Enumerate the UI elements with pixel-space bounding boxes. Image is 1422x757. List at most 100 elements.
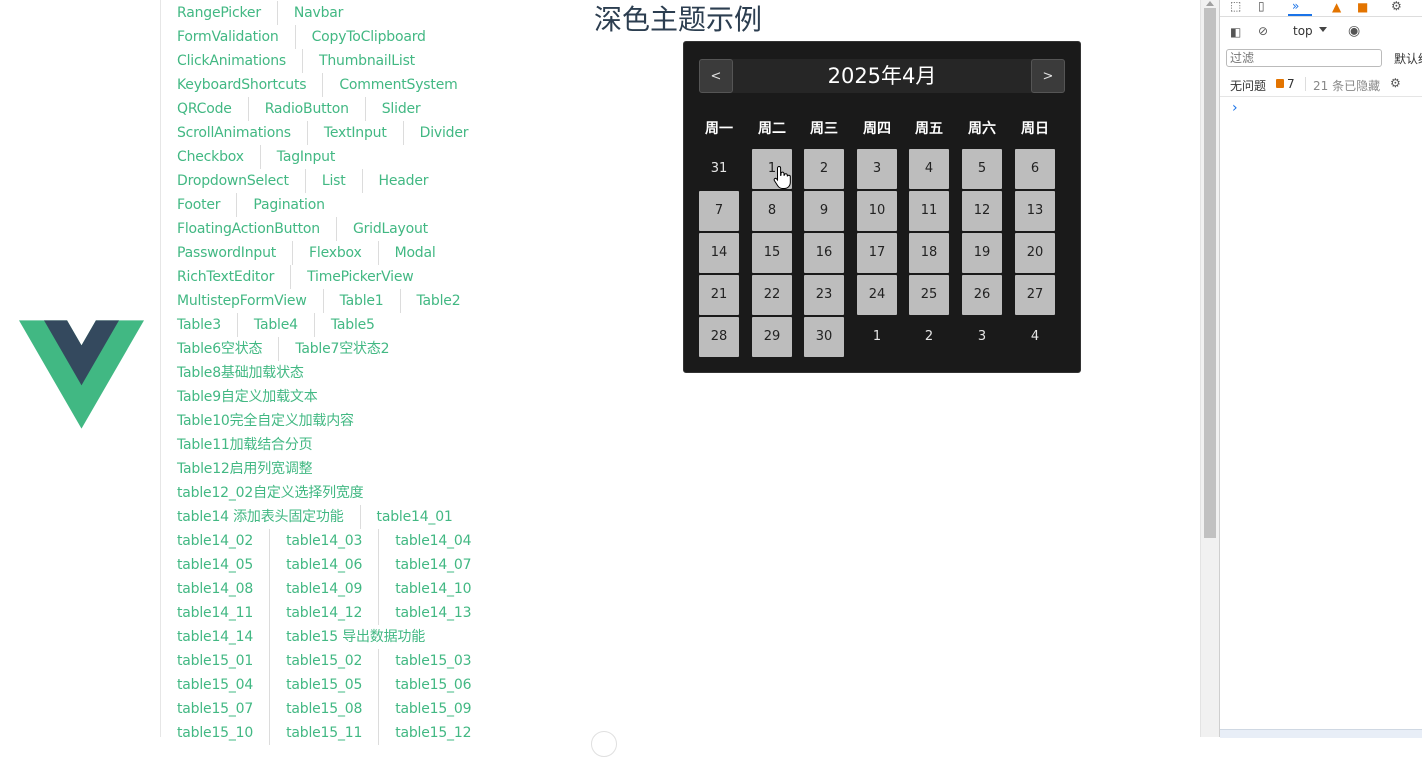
nav-link[interactable]: table15_11 <box>269 721 378 745</box>
calendar-day[interactable]: 21 <box>699 275 739 315</box>
nav-link[interactable]: RadioButton <box>247 97 365 121</box>
nav-link[interactable]: table14_08 <box>161 577 269 601</box>
prev-month-button[interactable]: < <box>699 59 733 93</box>
context-selector[interactable]: top <box>1293 24 1313 38</box>
calendar-day-other-month[interactable]: 3 <box>962 317 1002 357</box>
calendar-day[interactable]: 23 <box>804 275 844 315</box>
nav-link[interactable]: Table7空状态2 <box>278 337 405 361</box>
nav-link[interactable]: table15_07 <box>161 697 269 721</box>
scroll-up-icon[interactable] <box>1206 1 1214 6</box>
calendar-day[interactable]: 13 <box>1015 191 1055 231</box>
scroll-thumb[interactable] <box>1204 8 1216 538</box>
nav-link[interactable]: table14_03 <box>269 529 378 553</box>
nav-link[interactable]: TagInput <box>259 145 351 169</box>
nav-link[interactable]: table15_01 <box>161 649 269 673</box>
calendar-day[interactable]: 27 <box>1015 275 1055 315</box>
nav-link[interactable]: table15_05 <box>269 673 378 697</box>
nav-link[interactable]: Table9自定义加载文本 <box>161 385 334 409</box>
calendar-day-other-month[interactable]: 1 <box>857 317 897 357</box>
nav-link[interactable]: table14_01 <box>359 505 469 529</box>
device-toggle-icon[interactable]: ▯ <box>1258 0 1265 12</box>
nav-link[interactable]: RichTextEditor <box>161 265 290 289</box>
calendar-day-other-month[interactable]: 2 <box>909 317 949 357</box>
calendar-day[interactable]: 3 <box>857 149 897 189</box>
calendar-day[interactable]: 10 <box>857 191 897 231</box>
nav-link[interactable]: Divider <box>402 121 485 145</box>
calendar-day[interactable]: 7 <box>699 191 739 231</box>
nav-link[interactable]: ClickAnimations <box>161 49 302 73</box>
calendar-day[interactable]: 26 <box>962 275 1002 315</box>
nav-link[interactable]: PasswordInput <box>161 241 292 265</box>
nav-link[interactable]: table14_06 <box>269 553 378 577</box>
nav-link[interactable]: table14_07 <box>378 553 487 577</box>
nav-link[interactable]: Header <box>361 169 445 193</box>
console-prompt[interactable]: › <box>1232 100 1238 116</box>
console-filter-input[interactable] <box>1226 49 1382 67</box>
nav-link[interactable]: table14_10 <box>378 577 487 601</box>
nav-link[interactable]: Table2 <box>399 289 477 313</box>
clear-console-icon[interactable]: ⊘ <box>1258 25 1268 37</box>
sidebar-toggle-icon[interactable]: ◧ <box>1230 26 1241 38</box>
nav-link[interactable]: Navbar <box>276 1 359 25</box>
nav-link[interactable]: table14_14 <box>161 625 269 649</box>
nav-link[interactable]: table14_12 <box>269 601 378 625</box>
nav-link[interactable]: FloatingActionButton <box>161 217 336 241</box>
more-tabs-icon[interactable]: » <box>1292 0 1299 12</box>
nav-link[interactable]: List <box>304 169 362 193</box>
calendar-day[interactable]: 19 <box>962 233 1002 273</box>
issues-icon[interactable]: ■ <box>1357 1 1368 13</box>
nav-link[interactable]: Table10完全自定义加载内容 <box>161 409 370 433</box>
nav-link[interactable]: Modal <box>377 241 452 265</box>
nav-link[interactable]: table15_03 <box>378 649 487 673</box>
nav-link[interactable]: table15_12 <box>378 721 487 745</box>
nav-link[interactable]: table15 导出数据功能 <box>269 625 441 649</box>
nav-link[interactable]: ScrollAnimations <box>161 121 307 145</box>
calendar-day[interactable]: 30 <box>804 317 844 357</box>
nav-link[interactable]: QRCode <box>161 97 248 121</box>
calendar-day[interactable]: 9 <box>804 191 844 231</box>
nav-link[interactable]: table12_02自定义选择列宽度 <box>161 481 380 505</box>
calendar-day[interactable]: 8 <box>752 191 792 231</box>
inspect-icon[interactable]: ⬚ <box>1230 0 1241 12</box>
issues-label[interactable]: 无问题 <box>1230 77 1266 94</box>
calendar-day[interactable]: 25 <box>909 275 949 315</box>
calendar-day[interactable]: 15 <box>752 233 792 273</box>
nav-link[interactable]: ThumbnailList <box>302 49 431 73</box>
nav-link[interactable]: Table3 <box>161 313 237 337</box>
calendar-day-other-month[interactable]: 4 <box>1015 317 1055 357</box>
calendar-day[interactable]: 5 <box>962 149 1002 189</box>
calendar-day[interactable]: 4 <box>909 149 949 189</box>
calendar-day[interactable]: 6 <box>1015 149 1055 189</box>
calendar-day-other-month[interactable]: 31 <box>699 149 739 189</box>
nav-link[interactable]: Table11加载结合分页 <box>161 433 328 457</box>
nav-link[interactable]: table14_11 <box>161 601 269 625</box>
eye-icon[interactable]: ◉ <box>1348 24 1360 38</box>
calendar-day[interactable]: 2 <box>804 149 844 189</box>
nav-link[interactable]: table15_02 <box>269 649 378 673</box>
nav-link[interactable]: RangePicker <box>161 1 277 25</box>
nav-link[interactable]: table15_10 <box>161 721 269 745</box>
nav-link[interactable]: TimePickerView <box>290 265 429 289</box>
nav-link[interactable]: table14_09 <box>269 577 378 601</box>
nav-link[interactable]: Table1 <box>322 289 400 313</box>
calendar-day[interactable]: 24 <box>857 275 897 315</box>
chevron-down-icon[interactable] <box>1319 27 1327 32</box>
nav-link[interactable]: FormValidation <box>161 25 295 49</box>
nav-link[interactable]: table15_09 <box>378 697 487 721</box>
nav-link[interactable]: table14 添加表头固定功能 <box>161 505 360 529</box>
nav-link[interactable]: Footer <box>161 193 236 217</box>
nav-link[interactable]: CommentSystem <box>322 73 473 97</box>
nav-link[interactable]: table14_13 <box>378 601 487 625</box>
calendar-day[interactable]: 28 <box>699 317 739 357</box>
calendar-day[interactable]: 16 <box>804 233 844 273</box>
nav-link[interactable]: Flexbox <box>292 241 378 265</box>
page-scrollbar[interactable] <box>1200 0 1219 737</box>
nav-link[interactable]: MultistepFormView <box>161 289 323 313</box>
nav-link[interactable]: GridLayout <box>335 217 444 241</box>
console-settings-icon[interactable]: ⚙ <box>1390 77 1401 89</box>
nav-link[interactable]: CopyToClipboard <box>294 25 442 49</box>
nav-link[interactable]: Pagination <box>236 193 340 217</box>
next-month-button[interactable]: > <box>1031 59 1065 93</box>
nav-link[interactable]: Table6空状态 <box>161 337 278 361</box>
calendar-day[interactable]: 17 <box>857 233 897 273</box>
